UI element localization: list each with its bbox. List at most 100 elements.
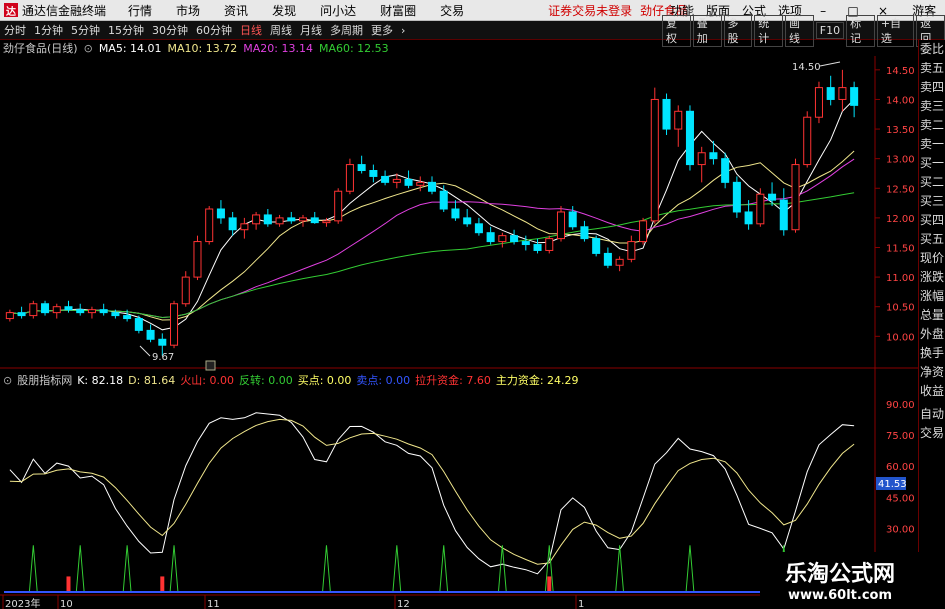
candle-body bbox=[158, 338, 167, 346]
sidebar-item[interactable]: 涨跌 bbox=[919, 268, 945, 287]
period-more[interactable]: 更多 bbox=[367, 22, 397, 38]
candle-body bbox=[697, 152, 706, 166]
reverse-signal bbox=[497, 545, 507, 594]
price-tick-label: 12.00 bbox=[886, 214, 915, 225]
candle-body bbox=[521, 241, 530, 246]
tool-f10[interactable]: F10 bbox=[815, 22, 845, 39]
period-intraday[interactable]: 分时 bbox=[0, 22, 30, 38]
candle-body bbox=[439, 190, 448, 210]
candle-body bbox=[826, 87, 835, 100]
indicator-lines bbox=[4, 412, 855, 594]
date-tick-label: 12 bbox=[397, 599, 410, 609]
minimize-icon[interactable]: – bbox=[814, 4, 832, 18]
price-tick-label: 14.00 bbox=[886, 95, 915, 106]
period-60min[interactable]: 60分钟 bbox=[192, 22, 236, 38]
indicator-settings-icon[interactable]: ⊙ bbox=[3, 374, 12, 387]
sidebar-item[interactable]: 买四 bbox=[919, 211, 945, 230]
high-annotation: 14.50 bbox=[792, 62, 821, 73]
menu-trade[interactable]: 交易 bbox=[440, 2, 464, 19]
indicator-header: ⊙ 股朋指标网 K: 82.18 D: 81.64 火山: 0.00 反转: 0… bbox=[0, 372, 880, 388]
sidebar-item[interactable]: 卖二 bbox=[919, 116, 945, 135]
period-5min[interactable]: 5分钟 bbox=[67, 22, 104, 38]
period-weekly[interactable]: 周线 bbox=[266, 22, 296, 38]
chevron-right-icon[interactable]: › bbox=[397, 24, 409, 37]
candle-body bbox=[205, 208, 214, 243]
candle-body bbox=[615, 258, 624, 266]
menu-quotes[interactable]: 行情 bbox=[128, 2, 152, 19]
candle-body bbox=[381, 175, 390, 183]
sidebar-item[interactable]: 委比 bbox=[919, 40, 945, 59]
sidebar-item[interactable]: 外盘 bbox=[919, 325, 945, 344]
ma60-line bbox=[9, 192, 855, 319]
low-annotation: 9.67 bbox=[152, 352, 174, 363]
sidebar-item[interactable]: 买三 bbox=[919, 192, 945, 211]
candle-body bbox=[322, 220, 331, 224]
sidebar-item[interactable]: 收益 bbox=[919, 382, 945, 401]
chart-area[interactable]: 14.50 14.00 13.50 13.00 12.50 12.00 11.50 11.00… bbox=[0, 40, 918, 609]
indicator-tick-label: 75.00 bbox=[886, 431, 915, 442]
candle-body bbox=[791, 164, 800, 231]
candle-body bbox=[498, 235, 507, 243]
period-1min[interactable]: 1分钟 bbox=[30, 22, 67, 38]
sidebar-item[interactable]: 总量 bbox=[919, 306, 945, 325]
candle-body bbox=[463, 217, 472, 225]
k-line bbox=[9, 412, 855, 575]
candle-body bbox=[486, 232, 495, 243]
candle-body bbox=[181, 276, 190, 305]
candle-body bbox=[404, 178, 413, 186]
sidebar-item[interactable]: 卖一 bbox=[919, 135, 945, 154]
menu-ask[interactable]: 问小达 bbox=[320, 2, 356, 19]
candle-body bbox=[41, 303, 50, 314]
indicator-marker: 41.53 bbox=[878, 479, 907, 490]
sidebar-item[interactable]: 买五 bbox=[919, 230, 945, 249]
sidebar-item[interactable]: 自动 bbox=[919, 405, 945, 424]
period-monthly[interactable]: 月线 bbox=[296, 22, 326, 38]
period-15min[interactable]: 15分钟 bbox=[104, 22, 148, 38]
fire-signal-bar bbox=[66, 576, 71, 593]
menu-discover[interactable]: 发现 bbox=[272, 2, 296, 19]
sidebar-item[interactable]: 现价 bbox=[919, 249, 945, 268]
sidebar-item[interactable]: 交易 bbox=[919, 424, 945, 443]
period-multi[interactable]: 多周期 bbox=[326, 22, 367, 38]
price-tick-label: 13.50 bbox=[886, 125, 915, 136]
quote-sidebar: 委比 卖五 卖四 卖三 卖二 卖一 买一 买二 买三 买四 买五 现价 涨跌 涨… bbox=[918, 40, 945, 609]
period-daily[interactable]: 日线 bbox=[236, 22, 266, 38]
candle-body bbox=[334, 190, 343, 222]
candle-body bbox=[252, 214, 261, 225]
candle-body bbox=[29, 303, 38, 317]
candle-body bbox=[732, 181, 741, 213]
candle-body bbox=[287, 217, 296, 222]
candle-body bbox=[416, 181, 425, 186]
event-marker-icon[interactable] bbox=[205, 360, 216, 371]
sidebar-item[interactable]: 卖三 bbox=[919, 97, 945, 116]
sidebar-item[interactable]: 换手 bbox=[919, 344, 945, 363]
candle-body bbox=[674, 110, 683, 130]
candle-body bbox=[568, 211, 577, 228]
candle-body bbox=[240, 223, 249, 231]
sidebar-item[interactable]: 净资 bbox=[919, 363, 945, 382]
date-tick-label: 2023年 bbox=[5, 597, 40, 609]
candle-body bbox=[721, 158, 730, 183]
login-notice[interactable]: 证券交易未登录 bbox=[548, 2, 632, 19]
sidebar-item[interactable]: 买一 bbox=[919, 154, 945, 173]
period-30min[interactable]: 30分钟 bbox=[148, 22, 192, 38]
menu-wealth[interactable]: 财富圈 bbox=[380, 2, 416, 19]
indicator-buy: 买点: 0.00 bbox=[297, 374, 352, 387]
sidebar-item[interactable]: 买二 bbox=[919, 173, 945, 192]
candle-body bbox=[650, 98, 659, 222]
sidebar-item[interactable]: 卖四 bbox=[919, 78, 945, 97]
candle-body bbox=[545, 238, 554, 251]
price-tick-label: 11.00 bbox=[886, 273, 915, 284]
date-tick-label: 10 bbox=[60, 599, 73, 609]
candle-body bbox=[744, 211, 753, 225]
candle-body bbox=[123, 315, 132, 320]
candle-body bbox=[627, 241, 636, 260]
indicator-main-fund: 主力资金: 24.29 bbox=[495, 374, 579, 387]
sidebar-item[interactable]: 涨幅 bbox=[919, 287, 945, 306]
sidebar-item[interactable]: 卖五 bbox=[919, 59, 945, 78]
candle-body bbox=[275, 217, 284, 225]
price-tick-label: 14.50 bbox=[886, 66, 915, 77]
menu-news[interactable]: 资讯 bbox=[224, 2, 248, 19]
candle-body bbox=[170, 303, 179, 346]
menu-market[interactable]: 市场 bbox=[176, 2, 200, 19]
